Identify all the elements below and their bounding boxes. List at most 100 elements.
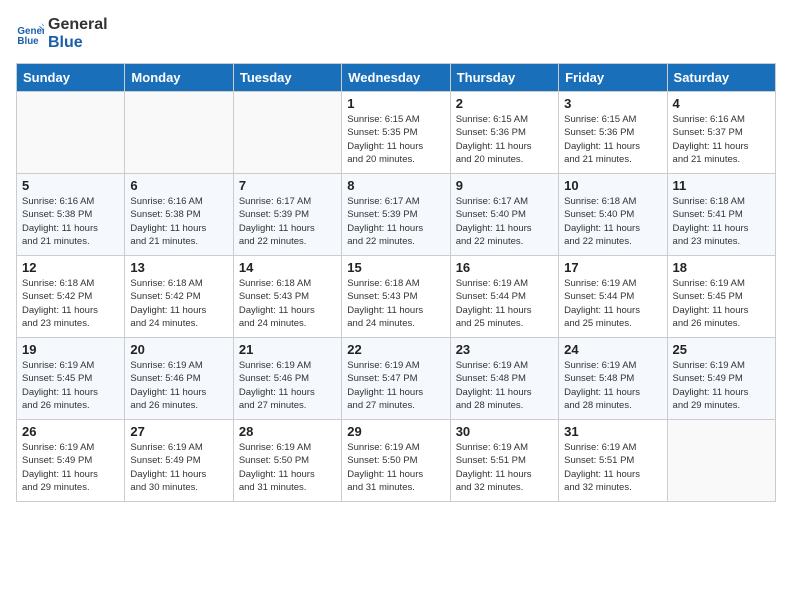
calendar-cell: 11 Sunrise: 6:18 AM Sunset: 5:41 PM Dayli…: [667, 174, 775, 256]
day-info: Sunrise: 6:18 AM Sunset: 5:42 PM Dayligh…: [22, 277, 119, 330]
weekday-header-wednesday: Wednesday: [342, 64, 450, 92]
logo-icon: General Blue: [16, 20, 44, 48]
day-info: Sunrise: 6:18 AM Sunset: 5:41 PM Dayligh…: [673, 195, 770, 248]
day-number: 22: [347, 342, 444, 357]
day-number: 2: [456, 96, 553, 111]
calendar-cell: 26 Sunrise: 6:19 AM Sunset: 5:49 PM Dayli…: [17, 420, 125, 502]
day-info: Sunrise: 6:19 AM Sunset: 5:49 PM Dayligh…: [22, 441, 119, 494]
day-number: 3: [564, 96, 661, 111]
calendar-cell: 13 Sunrise: 6:18 AM Sunset: 5:42 PM Dayli…: [125, 256, 233, 338]
day-number: 16: [456, 260, 553, 275]
day-number: 21: [239, 342, 336, 357]
day-number: 13: [130, 260, 227, 275]
day-number: 29: [347, 424, 444, 439]
day-number: 9: [456, 178, 553, 193]
calendar-cell: 25 Sunrise: 6:19 AM Sunset: 5:49 PM Dayli…: [667, 338, 775, 420]
calendar-cell: 19 Sunrise: 6:19 AM Sunset: 5:45 PM Dayli…: [17, 338, 125, 420]
day-number: 23: [456, 342, 553, 357]
day-info: Sunrise: 6:18 AM Sunset: 5:43 PM Dayligh…: [347, 277, 444, 330]
calendar-week-row: 1Sunrise: 6:15 AM Sunset: 5:35 PM Daylig…: [17, 92, 776, 174]
day-number: 19: [22, 342, 119, 357]
calendar-cell: 21 Sunrise: 6:19 AM Sunset: 5:46 PM Dayli…: [233, 338, 341, 420]
day-number: 18: [673, 260, 770, 275]
calendar-cell: 5 Sunrise: 6:16 AM Sunset: 5:38 PM Daylig…: [17, 174, 125, 256]
day-info: Sunrise: 6:19 AM Sunset: 5:45 PM Dayligh…: [673, 277, 770, 330]
day-info: Sunrise: 6:16 AM Sunset: 5:38 PM Dayligh…: [130, 195, 227, 248]
calendar-cell: 2Sunrise: 6:15 AM Sunset: 5:36 PM Daylig…: [450, 92, 558, 174]
day-number: 26: [22, 424, 119, 439]
day-info: Sunrise: 6:19 AM Sunset: 5:49 PM Dayligh…: [130, 441, 227, 494]
logo: General Blue General Blue: [16, 16, 108, 51]
weekday-header-friday: Friday: [559, 64, 667, 92]
calendar-cell: 18 Sunrise: 6:19 AM Sunset: 5:45 PM Dayli…: [667, 256, 775, 338]
weekday-header-monday: Monday: [125, 64, 233, 92]
calendar-cell: 1Sunrise: 6:15 AM Sunset: 5:35 PM Daylig…: [342, 92, 450, 174]
day-number: 24: [564, 342, 661, 357]
calendar-cell: 15 Sunrise: 6:18 AM Sunset: 5:43 PM Dayli…: [342, 256, 450, 338]
calendar-cell: 16 Sunrise: 6:19 AM Sunset: 5:44 PM Dayli…: [450, 256, 558, 338]
day-info: Sunrise: 6:19 AM Sunset: 5:50 PM Dayligh…: [239, 441, 336, 494]
calendar-cell: [233, 92, 341, 174]
calendar-cell: 27 Sunrise: 6:19 AM Sunset: 5:49 PM Dayli…: [125, 420, 233, 502]
day-number: 12: [22, 260, 119, 275]
calendar-cell: [667, 420, 775, 502]
day-info: Sunrise: 6:17 AM Sunset: 5:39 PM Dayligh…: [239, 195, 336, 248]
day-number: 10: [564, 178, 661, 193]
calendar-week-row: 26 Sunrise: 6:19 AM Sunset: 5:49 PM Dayli…: [17, 420, 776, 502]
day-number: 1: [347, 96, 444, 111]
day-info: Sunrise: 6:15 AM Sunset: 5:36 PM Dayligh…: [564, 113, 661, 166]
day-number: 28: [239, 424, 336, 439]
calendar-cell: 8Sunrise: 6:17 AM Sunset: 5:39 PM Daylig…: [342, 174, 450, 256]
weekday-header-tuesday: Tuesday: [233, 64, 341, 92]
day-number: 30: [456, 424, 553, 439]
day-number: 11: [673, 178, 770, 193]
weekday-header-row: SundayMondayTuesdayWednesdayThursdayFrid…: [17, 64, 776, 92]
day-info: Sunrise: 6:19 AM Sunset: 5:48 PM Dayligh…: [564, 359, 661, 412]
calendar-cell: 29Sunrise: 6:19 AM Sunset: 5:50 PM Dayli…: [342, 420, 450, 502]
logo-text-line2: Blue: [48, 34, 108, 52]
day-info: Sunrise: 6:19 AM Sunset: 5:45 PM Dayligh…: [22, 359, 119, 412]
day-number: 5: [22, 178, 119, 193]
day-number: 14: [239, 260, 336, 275]
weekday-header-saturday: Saturday: [667, 64, 775, 92]
calendar-week-row: 19 Sunrise: 6:19 AM Sunset: 5:45 PM Dayli…: [17, 338, 776, 420]
day-info: Sunrise: 6:19 AM Sunset: 5:51 PM Dayligh…: [456, 441, 553, 494]
calendar-week-row: 12 Sunrise: 6:18 AM Sunset: 5:42 PM Dayli…: [17, 256, 776, 338]
day-info: Sunrise: 6:19 AM Sunset: 5:46 PM Dayligh…: [239, 359, 336, 412]
calendar-cell: 7 Sunrise: 6:17 AM Sunset: 5:39 PM Daylig…: [233, 174, 341, 256]
calendar-cell: [17, 92, 125, 174]
day-info: Sunrise: 6:16 AM Sunset: 5:37 PM Dayligh…: [673, 113, 770, 166]
day-number: 15: [347, 260, 444, 275]
calendar-cell: 22Sunrise: 6:19 AM Sunset: 5:47 PM Dayli…: [342, 338, 450, 420]
day-number: 25: [673, 342, 770, 357]
day-info: Sunrise: 6:19 AM Sunset: 5:46 PM Dayligh…: [130, 359, 227, 412]
day-info: Sunrise: 6:19 AM Sunset: 5:49 PM Dayligh…: [673, 359, 770, 412]
day-info: Sunrise: 6:18 AM Sunset: 5:42 PM Dayligh…: [130, 277, 227, 330]
weekday-header-sunday: Sunday: [17, 64, 125, 92]
calendar-cell: 10 Sunrise: 6:18 AM Sunset: 5:40 PM Dayli…: [559, 174, 667, 256]
day-info: Sunrise: 6:19 AM Sunset: 5:48 PM Dayligh…: [456, 359, 553, 412]
logo-text-line1: General: [48, 16, 108, 34]
calendar-cell: 30 Sunrise: 6:19 AM Sunset: 5:51 PM Dayli…: [450, 420, 558, 502]
calendar-cell: 23 Sunrise: 6:19 AM Sunset: 5:48 PM Dayli…: [450, 338, 558, 420]
day-info: Sunrise: 6:19 AM Sunset: 5:44 PM Dayligh…: [564, 277, 661, 330]
day-info: Sunrise: 6:19 AM Sunset: 5:44 PM Dayligh…: [456, 277, 553, 330]
day-info: Sunrise: 6:18 AM Sunset: 5:43 PM Dayligh…: [239, 277, 336, 330]
calendar-cell: 14 Sunrise: 6:18 AM Sunset: 5:43 PM Dayli…: [233, 256, 341, 338]
calendar-table: SundayMondayTuesdayWednesdayThursdayFrid…: [16, 63, 776, 502]
calendar-cell: 31 Sunrise: 6:19 AM Sunset: 5:51 PM Dayli…: [559, 420, 667, 502]
day-info: Sunrise: 6:16 AM Sunset: 5:38 PM Dayligh…: [22, 195, 119, 248]
calendar-cell: 9Sunrise: 6:17 AM Sunset: 5:40 PM Daylig…: [450, 174, 558, 256]
svg-text:Blue: Blue: [17, 35, 39, 46]
day-number: 27: [130, 424, 227, 439]
page-header: General Blue General Blue: [16, 16, 776, 51]
day-info: Sunrise: 6:19 AM Sunset: 5:51 PM Dayligh…: [564, 441, 661, 494]
calendar-cell: 28 Sunrise: 6:19 AM Sunset: 5:50 PM Dayli…: [233, 420, 341, 502]
calendar-week-row: 5 Sunrise: 6:16 AM Sunset: 5:38 PM Daylig…: [17, 174, 776, 256]
day-info: Sunrise: 6:18 AM Sunset: 5:40 PM Dayligh…: [564, 195, 661, 248]
day-number: 6: [130, 178, 227, 193]
day-number: 7: [239, 178, 336, 193]
calendar-cell: 20 Sunrise: 6:19 AM Sunset: 5:46 PM Dayli…: [125, 338, 233, 420]
day-number: 20: [130, 342, 227, 357]
day-number: 31: [564, 424, 661, 439]
